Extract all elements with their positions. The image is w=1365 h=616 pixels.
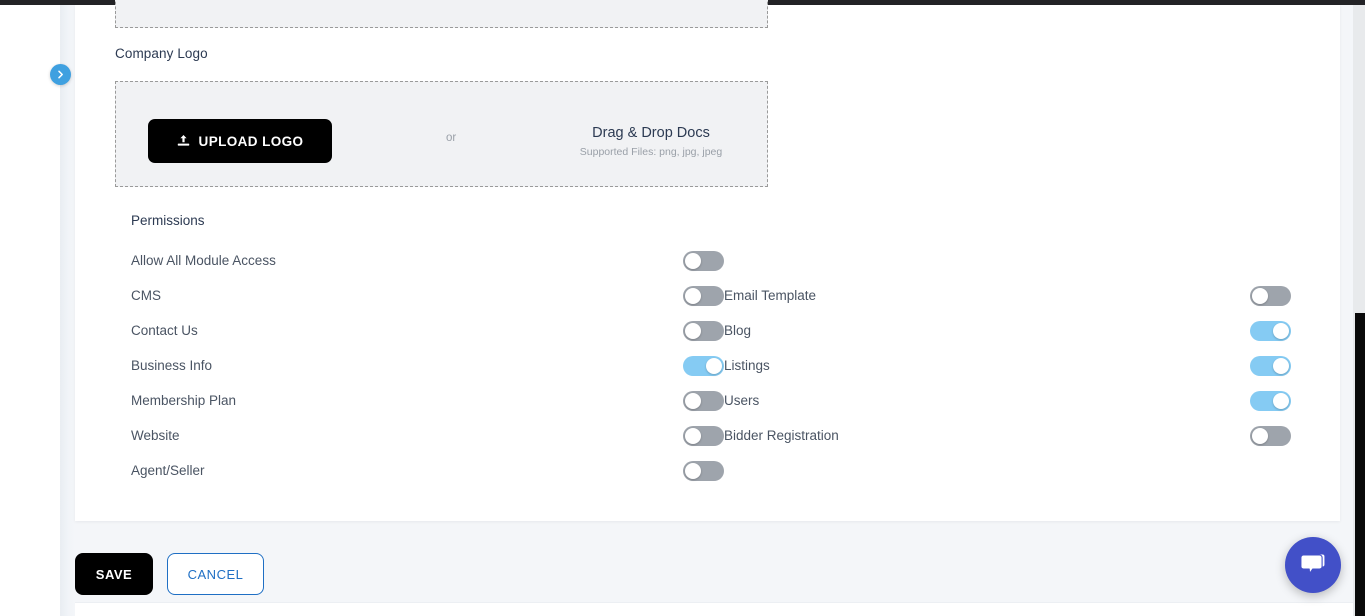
toggle-knob — [685, 427, 701, 444]
previous-upload-dropzone[interactable] — [115, 0, 768, 28]
permission-toggle[interactable] — [1250, 390, 1291, 411]
permission-cell-left: Allow All Module Access — [131, 250, 724, 271]
or-separator-text: or — [446, 132, 457, 144]
permission-label: Business Info — [131, 358, 213, 373]
cancel-button[interactable]: CANCEL — [167, 553, 264, 595]
permission-row: Membership Plan Users — [131, 383, 1291, 418]
chevron-right-icon — [56, 70, 65, 79]
permission-row: Contact Us Blog — [131, 313, 1291, 348]
permission-row: Agent/Seller — [131, 453, 1291, 488]
toggle-knob — [685, 462, 701, 479]
permission-label: Email Template — [724, 288, 817, 303]
toggle-knob — [1252, 287, 1268, 304]
permission-label: Website — [131, 428, 180, 443]
settings-form-card: Company Logo UPLOAD LOGO or Drag & Drop … — [75, 0, 1340, 521]
permission-toggle[interactable] — [683, 250, 724, 271]
drag-drop-title: Drag & Drop Docs — [592, 125, 710, 141]
left-rail — [0, 5, 60, 616]
toggle-knob — [685, 287, 701, 304]
page-scrollbar-thumb[interactable] — [1355, 313, 1365, 616]
permissions-grid: Allow All Module Access CMS Email Template… — [131, 243, 1291, 488]
chat-bubble-icon — [1299, 552, 1327, 578]
company-logo-label: Company Logo — [115, 46, 208, 61]
permission-label: Agent/Seller — [131, 463, 205, 478]
permission-toggle[interactable] — [1250, 320, 1291, 341]
permission-row: Business Info Listings — [131, 348, 1291, 383]
permission-cell-left: Website — [131, 425, 724, 446]
permission-label: Listings — [724, 358, 770, 373]
permissions-heading: Permissions — [131, 213, 205, 228]
toggle-knob — [1273, 322, 1289, 339]
permission-toggle[interactable] — [683, 285, 724, 306]
upload-logo-button-label: UPLOAD LOGO — [198, 133, 304, 149]
permission-cell-left: CMS — [131, 285, 724, 306]
permission-row: CMS Email Template — [131, 278, 1291, 313]
toggle-knob — [1273, 357, 1289, 374]
drag-drop-block: Drag & Drop Docs Supported Files: png, j… — [556, 123, 746, 160]
permission-cell-left: Business Info — [131, 355, 724, 376]
permission-cell-right: Users — [724, 390, 1291, 411]
permission-label: Users — [724, 393, 760, 408]
form-action-bar: SAVE CANCEL — [75, 553, 264, 595]
permission-label: Contact Us — [131, 323, 198, 338]
sidebar-expand-button[interactable] — [50, 64, 71, 85]
permission-toggle[interactable] — [1250, 355, 1291, 376]
toggle-knob — [685, 392, 701, 409]
permission-label: Blog — [724, 323, 752, 338]
toggle-knob — [685, 322, 701, 339]
permission-cell-right: Listings — [724, 355, 1291, 376]
permission-toggle[interactable] — [683, 425, 724, 446]
permission-row: Website Bidder Registration — [131, 418, 1291, 453]
permission-cell-right — [724, 251, 1291, 271]
permission-row: Allow All Module Access — [131, 243, 1291, 278]
company-logo-dropzone[interactable]: UPLOAD LOGO or Drag & Drop Docs Supporte… — [115, 81, 768, 187]
toggle-knob — [1273, 392, 1289, 409]
permission-cell-right — [724, 461, 1291, 481]
toggle-knob — [706, 357, 722, 374]
rail-divider — [60, 5, 75, 616]
permission-label: Membership Plan — [131, 393, 237, 408]
permission-toggle[interactable] — [683, 390, 724, 411]
permission-label: Bidder Registration — [724, 428, 839, 443]
toggle-knob — [1252, 427, 1268, 444]
supported-files-text: Supported Files: png, jpg, jpeg — [579, 146, 723, 158]
upload-icon — [177, 134, 190, 148]
page-footer — [75, 602, 1353, 616]
upload-logo-button[interactable]: UPLOAD LOGO — [148, 119, 332, 163]
toggle-knob — [685, 252, 701, 269]
permission-label: Allow All Module Access — [131, 253, 276, 268]
permission-cell-right: Email Template — [724, 285, 1291, 306]
permission-cell-right: Blog — [724, 320, 1291, 341]
permission-cell-left: Membership Plan — [131, 390, 724, 411]
permission-cell-left: Agent/Seller — [131, 460, 724, 481]
page-canvas: Company Logo UPLOAD LOGO or Drag & Drop … — [75, 0, 1353, 616]
permission-label: CMS — [131, 288, 161, 303]
permission-toggle[interactable] — [1250, 285, 1291, 306]
permission-toggle[interactable] — [683, 320, 724, 341]
permission-cell-right: Bidder Registration — [724, 425, 1291, 446]
permission-toggle[interactable] — [1250, 425, 1291, 446]
save-button[interactable]: SAVE — [75, 553, 153, 595]
permission-toggle[interactable] — [683, 460, 724, 481]
chat-launcher-button[interactable] — [1285, 537, 1341, 593]
permission-toggle[interactable] — [683, 355, 724, 376]
permission-cell-left: Contact Us — [131, 320, 724, 341]
